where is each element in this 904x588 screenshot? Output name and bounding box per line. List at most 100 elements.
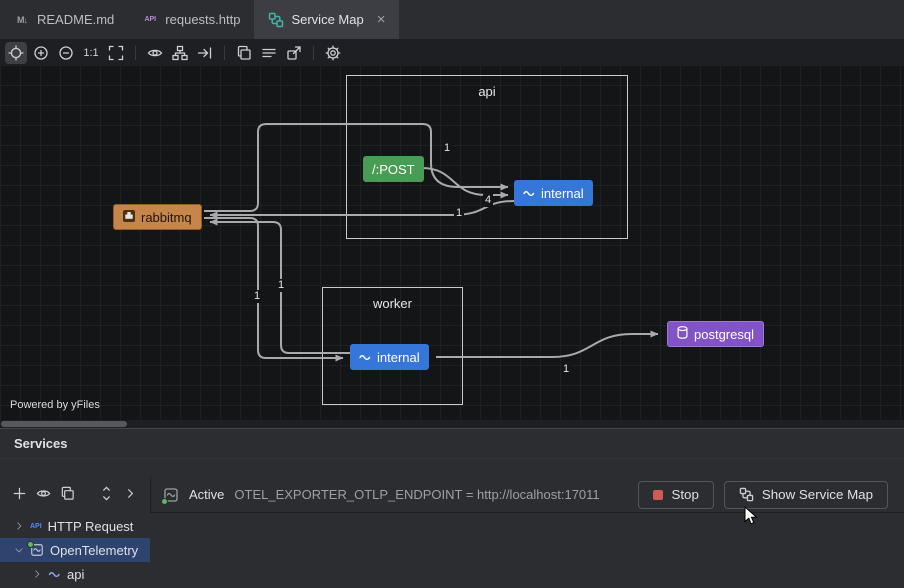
edge-count-label: 4: [483, 194, 493, 207]
stop-icon: [653, 490, 663, 500]
step-into-button[interactable]: [194, 42, 216, 64]
node-post-endpoint[interactable]: /:POST: [363, 156, 424, 182]
fit-content-button[interactable]: [105, 42, 127, 64]
status-label: Active: [189, 487, 224, 502]
yfiles-watermark: Powered by yFiles: [10, 399, 100, 411]
tab-requests-http[interactable]: API requests.http: [128, 0, 254, 39]
eye-icon: [36, 486, 51, 501]
add-service-button[interactable]: [12, 486, 27, 504]
node-rabbitmq[interactable]: rabbitmq: [113, 204, 202, 230]
database-icon: [677, 326, 688, 342]
zoom-out-icon: [58, 45, 74, 61]
service-map-icon: [268, 12, 284, 28]
rabbitmq-icon: [123, 210, 135, 225]
edge-count-label: 1: [252, 290, 262, 303]
actual-size-button[interactable]: 1:1: [80, 42, 102, 64]
node-label: postgresql: [694, 327, 754, 342]
zoom-out-button[interactable]: [55, 42, 77, 64]
hierarchy-icon: [172, 45, 188, 61]
crosshair-icon: [8, 45, 24, 61]
actual-size-label: 1:1: [83, 47, 98, 59]
running-dot: [27, 541, 34, 548]
navigate-button[interactable]: [123, 486, 138, 504]
node-worker-internal[interactable]: internal: [350, 344, 429, 370]
edge-count-label: 1: [454, 207, 464, 220]
show-service-map-button[interactable]: Show Service Map: [724, 481, 888, 509]
stop-button[interactable]: Stop: [638, 481, 713, 509]
tab-readme[interactable]: M↓ README.md: [0, 0, 128, 39]
markdown-icon: M↓: [14, 12, 30, 28]
chevron-down-icon[interactable]: [14, 543, 24, 558]
node-label: internal: [377, 350, 420, 365]
node-api-internal[interactable]: internal: [514, 180, 593, 206]
edge-count-label: 1: [561, 363, 571, 376]
graph-toolbar: 1:1: [0, 40, 904, 65]
open-console-button[interactable]: [60, 486, 75, 504]
services-tree: API HTTP Request OpenTelemetry: [0, 514, 150, 586]
mouse-cursor: [744, 506, 758, 529]
view-options-button[interactable]: [36, 486, 51, 504]
api-file-icon: API: [142, 12, 158, 28]
edge-worker-internal-to-postgresql: [436, 334, 658, 357]
preview-button[interactable]: [144, 42, 166, 64]
chevron-right-icon[interactable]: [14, 519, 24, 534]
expand-collapse-button[interactable]: [99, 486, 114, 504]
copy-icon: [60, 486, 75, 501]
settings-button[interactable]: [322, 42, 344, 64]
scrollbar-thumb[interactable]: [1, 421, 127, 427]
chevron-right-icon[interactable]: [32, 567, 42, 582]
tab-service-map[interactable]: Service Map ×: [254, 0, 399, 39]
layout-button[interactable]: [169, 42, 191, 64]
tab-label: Service Map: [291, 12, 363, 27]
zoom-in-button[interactable]: [30, 42, 52, 64]
service-run-bar: Active OTEL_EXPORTER_OTLP_ENDPOINT = htt…: [150, 477, 904, 513]
edge-rabbitmq-to-worker-internal: [204, 218, 343, 358]
tree-item-label: OpenTelemetry: [50, 543, 138, 558]
chevron-right-icon: [123, 486, 138, 501]
otel-endpoint-text: OTEL_EXPORTER_OTLP_ENDPOINT = http://loc…: [234, 487, 628, 502]
list-button[interactable]: [258, 42, 280, 64]
node-label: internal: [541, 186, 584, 201]
wave-icon: [48, 567, 61, 582]
edge-post-to-api-internal: [422, 168, 508, 195]
tree-item-api[interactable]: api: [0, 562, 150, 586]
pan-mode-button[interactable]: [5, 42, 27, 64]
wave-icon: [523, 186, 535, 201]
edge-layer: [0, 65, 904, 420]
stop-button-label: Stop: [671, 487, 698, 502]
opentelemetry-icon: [30, 543, 44, 557]
services-title: Services: [14, 436, 68, 451]
copy-button[interactable]: [233, 42, 255, 64]
fit-screen-icon: [108, 45, 124, 61]
services-panel-header: Services: [0, 429, 904, 459]
tab-label: README.md: [37, 12, 114, 27]
api-badge-icon: API: [30, 523, 42, 530]
copy-icon: [236, 45, 252, 61]
service-map-canvas[interactable]: api worker 1 4 1 1 1 1 /:POST internal: [0, 65, 904, 420]
toolbar-separator: [224, 46, 225, 60]
tree-item-label: api: [67, 567, 84, 582]
lines-icon: [261, 45, 277, 61]
export-icon: [286, 45, 302, 61]
tree-item-http-request[interactable]: API HTTP Request: [0, 514, 150, 538]
plus-icon: [12, 486, 27, 501]
enter-icon: [197, 45, 213, 61]
tree-item-opentelemetry[interactable]: OpenTelemetry: [0, 538, 150, 562]
edge-count-label: 1: [276, 279, 286, 292]
active-service-icon: [163, 487, 179, 503]
toolbar-separator: [135, 46, 136, 60]
toolbar-separator: [313, 46, 314, 60]
node-postgresql[interactable]: postgresql: [667, 321, 764, 347]
edge-count-label: 1: [442, 142, 452, 155]
gear-icon: [325, 45, 341, 61]
edge-rabbitmq-to-api-internal: [204, 124, 508, 211]
editor-tab-bar: M↓ README.md API requests.http Service M…: [0, 0, 904, 40]
services-toolbar: [0, 483, 150, 507]
node-label: rabbitmq: [141, 210, 192, 225]
running-dot: [161, 498, 168, 505]
unfold-icon: [99, 486, 114, 501]
services-panel: Services Active OTEL_EXPORTER_OTLP_ENDP: [0, 428, 904, 588]
tab-label: requests.http: [165, 12, 240, 27]
close-icon[interactable]: ×: [377, 12, 386, 27]
export-button[interactable]: [283, 42, 305, 64]
